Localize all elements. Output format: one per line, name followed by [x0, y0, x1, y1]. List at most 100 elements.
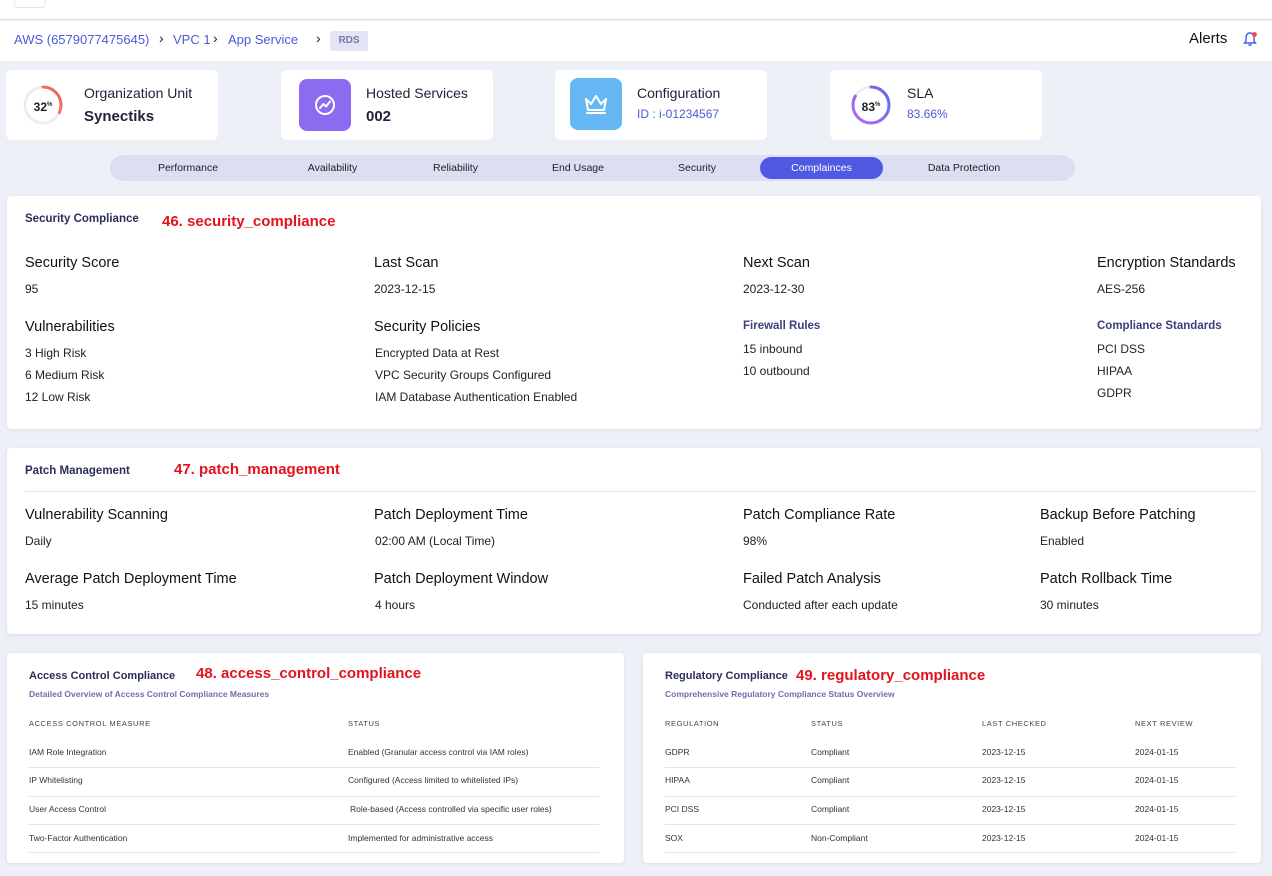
kpi-sla-value: 83.66%: [907, 107, 948, 121]
table-cell: User Access Control: [29, 804, 106, 814]
table-cell: Compliant: [811, 804, 850, 814]
chevron-right-icon: ›: [316, 30, 321, 46]
kpi-title: Configuration: [637, 85, 721, 101]
patch-management-card: Patch Management 47. patch_management Vu…: [7, 448, 1261, 634]
deployment-window-label: Patch Deployment Window: [374, 571, 549, 587]
table-cell: Configured (Access limited to whiteliste…: [348, 775, 519, 785]
kpi-title: Hosted Services: [366, 85, 468, 101]
annotation-label: 48. access_control_compliance: [196, 665, 422, 682]
rollback-value: 30 minutes: [1040, 598, 1099, 612]
vulnerability-scanning-label: Vulnerability Scanning: [25, 507, 168, 523]
failed-patch-value: Conducted after each update: [743, 598, 898, 612]
next-scan-value: 2023-12-30: [743, 282, 805, 296]
table-cell: IAM Role Integration: [29, 747, 107, 757]
kpi-configuration[interactable]: Configuration ID : i-01234567: [555, 70, 767, 140]
table-cell: GDPR: [665, 747, 690, 757]
table-cell: Enabled (Granular access control via IAM…: [348, 747, 529, 757]
divider: [665, 852, 1235, 853]
encryption-value: AES-256: [1097, 282, 1146, 296]
column-header: ACCESS CONTROL MEASURE: [29, 719, 151, 728]
divider: [665, 796, 1235, 797]
table-cell: Role-based (Access controlled via specif…: [350, 804, 552, 814]
tab-reliability[interactable]: Reliability: [399, 157, 512, 179]
security-score-value: 95: [25, 282, 39, 296]
breadcrumb-account[interactable]: AWS (6579077475645): [14, 32, 149, 47]
column-header: REGULATION: [665, 719, 720, 728]
annotation-label: 47. patch_management: [174, 461, 340, 478]
deployment-time-label: Patch Deployment Time: [374, 507, 528, 523]
kpi-sla[interactable]: 83% SLA 83.66%: [830, 70, 1042, 140]
compliance-rate-value: 98%: [743, 534, 768, 548]
divider: [25, 491, 1255, 492]
table-cell: 2023-12-15: [982, 833, 1026, 843]
table-cell: 2024-01-15: [1135, 775, 1179, 785]
kpi-value: Synectiks: [84, 108, 155, 125]
list-item: 3 High Risk: [25, 346, 87, 360]
access-control-card: Access Control Compliance 48. access_con…: [7, 653, 624, 863]
backup-value: Enabled: [1040, 534, 1085, 548]
divider: [665, 767, 1235, 768]
table-cell: 2024-01-15: [1135, 747, 1179, 757]
vulnerability-scanning-value: Daily: [25, 534, 52, 548]
column-header: STATUS: [811, 719, 844, 728]
card-subtitle: Comprehensive Regulatory Compliance Stat…: [665, 689, 895, 699]
chevron-right-icon: ›: [213, 30, 218, 46]
sla-ring-value: 83%: [861, 100, 881, 114]
backup-label: Backup Before Patching: [1040, 507, 1196, 523]
tab-performance[interactable]: Performance: [110, 157, 266, 179]
table-cell: Compliant: [811, 775, 850, 785]
card-title: Regulatory Compliance: [665, 670, 788, 682]
breadcrumb-app-service[interactable]: App Service: [228, 32, 298, 47]
table-cell: 2023-12-15: [982, 804, 1026, 814]
table-cell: 2024-01-15: [1135, 804, 1179, 814]
standards-label: Compliance Standards: [1097, 320, 1222, 332]
divider: [29, 824, 599, 825]
top-bar: [0, 0, 1272, 20]
trend-chart-icon: [299, 79, 351, 131]
divider: [29, 767, 599, 768]
tab-security[interactable]: Security: [644, 157, 750, 179]
tab-bar: Performance Availability Reliability End…: [110, 155, 1075, 181]
bell-icon[interactable]: [1242, 31, 1258, 47]
security-score-label: Security Score: [25, 255, 120, 271]
table-cell: 2023-12-15: [982, 747, 1026, 757]
table-cell: SOX: [665, 833, 683, 843]
divider: [29, 796, 599, 797]
table-cell: Compliant: [811, 747, 850, 757]
list-item: IAM Database Authentication Enabled: [375, 390, 578, 404]
menu-button[interactable]: [14, 0, 46, 8]
breadcrumb-current[interactable]: RDS: [330, 31, 368, 51]
crown-icon: [570, 78, 622, 130]
average-deployment-label: Average Patch Deployment Time: [25, 571, 237, 587]
column-header: LAST CHECKED: [982, 719, 1047, 728]
list-item: HIPAA: [1097, 364, 1133, 378]
tab-compliances[interactable]: Complainces: [760, 157, 883, 179]
table-cell: Two-Factor Authentication: [29, 833, 128, 843]
kpi-config-id: ID : i-01234567: [637, 107, 720, 121]
list-item: 10 outbound: [743, 364, 810, 378]
card-subtitle: Detailed Overview of Access Control Comp…: [29, 689, 270, 699]
alerts-label[interactable]: Alerts: [1189, 30, 1227, 47]
tab-end-usage[interactable]: End Usage: [512, 157, 644, 179]
compliance-rate-label: Patch Compliance Rate: [743, 507, 896, 523]
table-cell: Non-Compliant: [811, 833, 868, 843]
table-cell: 2024-01-15: [1135, 833, 1179, 843]
table-cell: IP Whitelisting: [29, 775, 83, 785]
kpi-organization-unit[interactable]: 32% Organization Unit Synectiks: [6, 70, 218, 140]
table-cell: Implemented for administrative access: [348, 833, 494, 843]
list-item: GDPR: [1097, 386, 1132, 400]
breadcrumb: AWS (6579077475645) › VPC 1 › App Servic…: [0, 21, 1272, 61]
list-item: VPC Security Groups Configured: [375, 368, 552, 382]
next-scan-label: Next Scan: [743, 255, 810, 271]
average-deployment-value: 15 minutes: [25, 598, 84, 612]
breadcrumb-vpc[interactable]: VPC 1: [173, 32, 211, 47]
policies-label: Security Policies: [374, 319, 481, 335]
tab-availability[interactable]: Availability: [266, 157, 399, 179]
column-header: STATUS: [348, 719, 381, 728]
chevron-right-icon: ›: [159, 30, 164, 46]
annotation-label: 49. regulatory_compliance: [796, 667, 986, 684]
card-title: Access Control Compliance: [29, 670, 176, 682]
tab-data-protection[interactable]: Data Protection: [893, 157, 1035, 179]
firewall-label: Firewall Rules: [743, 320, 821, 332]
kpi-hosted-services[interactable]: Hosted Services 002: [281, 70, 493, 140]
